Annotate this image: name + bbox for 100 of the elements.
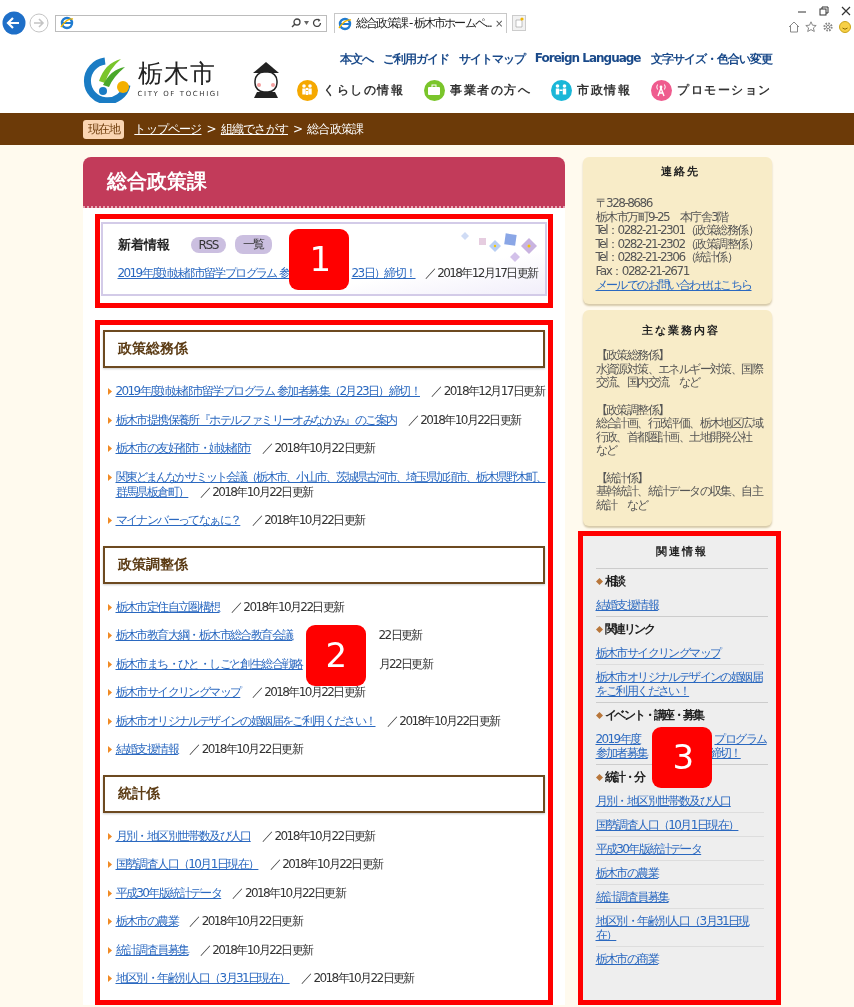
header-link[interactable]: サイトマップ bbox=[458, 51, 525, 68]
news-link[interactable]: 23日）締切！ bbox=[351, 266, 416, 281]
item-link[interactable]: 栃木市サイクリングマップ bbox=[115, 685, 241, 699]
search-icon[interactable] bbox=[291, 18, 301, 28]
update-date: ／ 2018年12月17日更新 bbox=[424, 266, 538, 281]
update-date: ／ 2018年10月22日更新 bbox=[300, 971, 414, 985]
briefcase-icon bbox=[424, 80, 445, 101]
duty-text: 行政、首都圏計画、土地開発公社 bbox=[595, 430, 754, 445]
related-link[interactable]: 平成30年版統計データ bbox=[595, 837, 764, 862]
bullet-icon bbox=[107, 388, 112, 395]
bullet-icon bbox=[107, 861, 112, 868]
header-link[interactable]: Foreign Language bbox=[534, 51, 641, 68]
breadcrumb-link[interactable]: トップページ bbox=[134, 120, 202, 138]
bullet-icon bbox=[107, 832, 112, 840]
related-link[interactable]: 栃木市オリジナルデザインの婚姻届をご利用ください！ bbox=[595, 665, 764, 703]
bullet-icon bbox=[107, 717, 112, 725]
news-button[interactable]: RSS bbox=[190, 236, 226, 253]
related-link[interactable]: 栃木市サイクリングマップ bbox=[595, 641, 764, 666]
update-date: ／ 2018年10月22日更新 bbox=[230, 599, 344, 614]
news-heading: 新着情報 bbox=[117, 235, 170, 254]
address-field[interactable] bbox=[55, 14, 327, 32]
related-link[interactable]: 地区別・年齢別人口（3月31日現在） bbox=[595, 909, 764, 948]
page-title: 総合政策課 bbox=[82, 157, 565, 208]
item-link[interactable]: 栃木市まち・ひと・しごと創生総合戦略 bbox=[115, 656, 303, 671]
update-date: ／ 2018年10月22日更新 bbox=[386, 713, 500, 728]
item-link[interactable]: 平成30年版統計データ bbox=[115, 885, 222, 900]
related-link[interactable]: 栃木市の商業 bbox=[595, 947, 764, 971]
related-link[interactable]: 栃木市の農業 bbox=[595, 861, 764, 886]
item-link[interactable]: 地区別・年齢別人口（3月31日現在） bbox=[115, 971, 290, 985]
duty-heading: 【統計係】 bbox=[595, 471, 649, 485]
contact-line: 栃木市万町9-25 本庁舎3階 bbox=[595, 210, 730, 224]
item-link[interactable]: マイナンバーってなぁに？ bbox=[115, 513, 241, 527]
contact-line: Tel：0282-21-2301（政策総務係） bbox=[595, 224, 759, 238]
item-link[interactable]: 統計調査員募集 bbox=[115, 942, 189, 957]
bullet-icon bbox=[107, 445, 112, 452]
duty-text: 基幹統計、統計データの収集、自主 bbox=[595, 485, 764, 499]
related-link[interactable]: 結婚支援情報 bbox=[595, 593, 764, 617]
duty-heading: 【政策調整係】 bbox=[595, 403, 670, 417]
people-icon bbox=[551, 80, 572, 101]
duty-text: 交流、国内交流 など bbox=[595, 376, 702, 390]
item-link[interactable]: 関東どまんなかサミット会議（栃木市、小山市、茨城県古河市、埼玉県加須市、栃木県野木町、 bbox=[115, 469, 546, 485]
item-link[interactable]: 栃木市の友好都市・姉妹都市 bbox=[115, 441, 251, 455]
restore-icon[interactable] bbox=[819, 5, 829, 16]
caret-icon[interactable] bbox=[304, 21, 309, 25]
update-date: ／ 2018年10月22日更新 bbox=[251, 513, 365, 527]
refresh-icon[interactable] bbox=[312, 18, 322, 28]
item-link[interactable]: 結婚支援情報 bbox=[115, 742, 178, 756]
update-date: ／ 2018年10月22日更新 bbox=[189, 914, 303, 928]
tab-title: 総合政策課 - 栃木市ホームペ... bbox=[356, 15, 491, 32]
related-link[interactable]: 2019年度 bbox=[595, 731, 641, 746]
number-marker: 1 bbox=[289, 229, 350, 290]
ie-logo-icon bbox=[338, 16, 352, 31]
update-date: ／ 2018年10月22日更新 bbox=[261, 441, 375, 455]
update-date: ／ 2018年10月22日更新 bbox=[269, 857, 383, 871]
item-link[interactable]: 栃木市定住自立圏構想 bbox=[115, 599, 220, 614]
home-icon[interactable] bbox=[788, 20, 800, 33]
related-link[interactable]: 参加者募集 bbox=[595, 745, 648, 760]
item-link[interactable]: 栃木市教育大綱・栃木市総合教育会議 bbox=[115, 628, 293, 642]
close-icon[interactable] bbox=[841, 5, 851, 16]
header-link[interactable]: 本文へ bbox=[339, 51, 373, 68]
related-link[interactable]: 統計調査員募集 bbox=[595, 885, 764, 910]
card-heading: 連絡先 bbox=[660, 165, 701, 179]
item-link[interactable]: 2019年度姉妹都市留学プログラム 参加者募集（2月23日）締切！ bbox=[115, 384, 420, 398]
breadcrumb-link[interactable]: 組織でさがす bbox=[220, 120, 288, 138]
update-date: ／ 2018年10月22日更新 bbox=[189, 742, 303, 756]
related-link[interactable]: 国勢調査人口（10月1日現在） bbox=[595, 813, 764, 838]
news-button[interactable]: 一覧 bbox=[234, 235, 273, 254]
item-link[interactable]: 群馬県板倉町） bbox=[115, 484, 189, 499]
nav-link[interactable]: プロモーション bbox=[651, 80, 772, 101]
mail-link[interactable]: メールでのお問い合わせはこちら bbox=[595, 278, 766, 293]
bullet-icon bbox=[107, 416, 112, 424]
related-link[interactable]: 月別・地区別世帯数及び人口 bbox=[595, 789, 764, 814]
star-icon[interactable] bbox=[805, 20, 817, 33]
item-link[interactable]: 月別・地区別世帯数及び人口 bbox=[115, 828, 251, 843]
diamond-icon bbox=[595, 577, 603, 585]
browser-tab[interactable]: 総合政策課 - 栃木市ホームペ... × bbox=[334, 13, 508, 33]
back-button[interactable] bbox=[2, 11, 26, 35]
tab-close-button[interactable]: × bbox=[495, 18, 504, 29]
bullet-icon bbox=[107, 946, 112, 954]
diamond-icon bbox=[595, 773, 603, 781]
nav-link[interactable]: 事業者の方へ bbox=[424, 80, 531, 101]
settings-icon[interactable] bbox=[822, 20, 834, 33]
item-link[interactable]: 栃木市の農業 bbox=[115, 914, 178, 928]
duty-text: など bbox=[595, 444, 618, 458]
duty-text: 統計 など bbox=[595, 498, 650, 513]
item-link[interactable]: 栃木市オリジナルデザインの婚姻届をご利用ください！ bbox=[115, 713, 376, 728]
update-date: ／ 2018年10月22日更新 bbox=[407, 412, 521, 427]
item-link[interactable]: 国勢調査人口（10月1日現在） bbox=[115, 857, 259, 871]
bullet-icon bbox=[107, 632, 112, 639]
header-link[interactable]: 文字サイズ・色合い変更 bbox=[650, 51, 772, 68]
related-link[interactable]: プログラム bbox=[714, 731, 767, 746]
header-link[interactable]: ご利用ガイド bbox=[382, 51, 449, 68]
diamond-icon bbox=[595, 625, 603, 633]
card-heading: 主な業務内容 bbox=[640, 324, 721, 339]
nav-link[interactable]: 市政情報 bbox=[551, 80, 631, 101]
item-link[interactable]: 栃木市提携保養所『ホテルファミリーオみなかみ』のご案内 bbox=[115, 412, 397, 427]
smiley-icon[interactable] bbox=[839, 20, 851, 33]
section-heading: 統計係 bbox=[102, 774, 545, 813]
ie-logo-icon bbox=[60, 16, 74, 30]
nav-link[interactable]: くらしの情報 bbox=[297, 80, 404, 101]
